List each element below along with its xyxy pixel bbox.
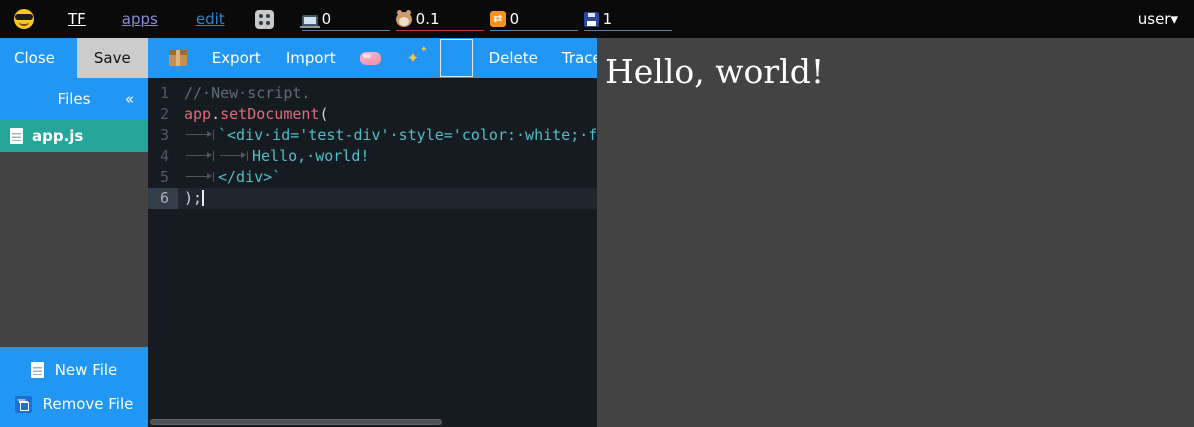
code-line[interactable]: 4 Hello,·world! [148,146,597,167]
code-editor[interactable]: 1//·New·script.2app.setDocument(3`<div·i… [148,78,597,427]
save-button[interactable]: Save [77,38,148,78]
code-line[interactable]: 5 </div>` [148,167,597,188]
line-number: 5 [148,167,178,188]
code-line[interactable]: 6); [148,188,597,209]
laptop-icon [302,15,318,26]
code-text: //·New·script. [178,83,597,104]
laptop-count-value: 0 [322,11,332,28]
toolbar-text-input[interactable] [440,39,473,77]
code-segment-punct: ); [184,189,202,207]
remove-file-icon [15,396,32,413]
collapse-sidebar-button[interactable]: « [125,90,134,108]
app-preview-pane: Hello, world! [597,38,1194,427]
delete-button[interactable]: Delete [489,49,538,67]
code-segment-string: </div>` [218,168,281,186]
code-segment-punct: . [211,105,220,123]
remove-file-button[interactable]: Remove File [0,387,148,421]
files-header-label: Files [58,90,91,108]
code-segment-string: Hello,·world! [252,147,369,165]
top-nav-bar: TF apps edit 0 0.1 ⇄ 0 1 user▾ [0,0,1194,38]
nav-link-edit[interactable]: edit [196,10,225,28]
remove-file-label: Remove File [43,395,134,413]
nav-number-fields: 0 0.1 ⇄ 0 1 [302,7,672,31]
code-segment-comment: //·New·script. [184,84,310,102]
tab-whitespace-marker [184,151,214,161]
save-count-value: 1 [603,11,613,28]
code-text: </div>` [178,167,597,188]
export-button[interactable]: Export [212,49,261,67]
code-line[interactable]: 1 //·New·script. [148,83,597,104]
code-text: Hello,·world! [178,146,597,167]
line-number: 2 [148,104,178,125]
code-lines: 1//·New·script.2app.setDocument(3`<div·i… [148,78,597,209]
file-name: app.js [32,127,83,145]
floppy-disk-icon [584,12,599,27]
trace-button[interactable]: Trace [562,49,602,67]
line-number: 3 [148,125,178,146]
repeat-icon: ⇄ [490,11,506,27]
line-number: 6 [148,188,178,209]
text-cursor [202,190,204,206]
user-menu[interactable]: user▾ [1138,10,1178,28]
package-icon[interactable] [169,50,187,66]
code-segment-string: `<div·id='test-div'·style='color:·white;… [218,126,597,144]
code-text: ); [178,188,597,209]
code-segment-variable: setDocument [220,105,319,123]
brand-link[interactable]: TF [68,10,86,28]
soap-icon[interactable] [360,52,381,65]
line-number: 1 [148,83,178,104]
repeat-count-value: 0 [510,11,520,28]
sunglasses-emoji-icon[interactable] [14,9,34,29]
hamster-icon [396,12,412,27]
preview-heading: Hello, world! [605,52,1194,91]
horizontal-scrollbar-thumb[interactable] [150,419,442,425]
nav-link-apps[interactable]: apps [122,10,158,28]
new-file-label: New File [55,361,118,379]
close-button[interactable]: Close [14,49,55,67]
code-segment-punct: ( [319,105,328,123]
hamster-rate-field[interactable]: 0.1 [396,7,484,31]
new-file-icon [31,362,44,378]
repeat-count-field[interactable]: ⇄ 0 [490,7,578,31]
code-text: app.setDocument( [178,104,597,125]
new-file-button[interactable]: New File [0,353,148,387]
tab-whitespace-marker [218,151,248,161]
code-line[interactable]: 3 `<div·id='test-div'·style='color:·white… [148,125,597,146]
import-button[interactable]: Import [286,49,336,67]
file-item-appjs[interactable]: app.js [0,120,148,152]
editor-toolbar: Close Save Export Import Delete Trace [0,38,597,78]
code-line[interactable]: 2app.setDocument( [148,104,597,125]
apps-grid-icon[interactable] [255,10,274,29]
sparkles-icon[interactable] [406,48,428,68]
file-actions: New File Remove File [0,347,148,427]
file-icon [10,128,23,144]
code-text: `<div·id='test-div'·style='color:·white;… [178,125,597,146]
tab-whitespace-marker [184,172,214,182]
hamster-rate-value: 0.1 [416,11,440,28]
sidebar-empty-area [0,152,148,347]
files-sidebar: Files « app.js New File Remove File [0,78,148,427]
files-header: Files « [0,78,148,120]
line-number: 4 [148,146,178,167]
code-segment-variable: app [184,105,211,123]
save-count-field[interactable]: 1 [584,7,672,31]
tab-whitespace-marker [184,130,214,140]
laptop-count-field[interactable]: 0 [302,7,390,31]
